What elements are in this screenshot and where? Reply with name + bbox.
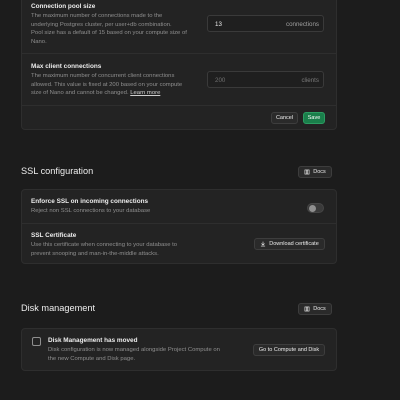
enforce-ssl-title: Enforce SSL on incoming connections (31, 198, 149, 205)
divider (22, 223, 336, 224)
cancel-button[interactable]: Cancel (271, 112, 298, 124)
max-clients-row: Max client connections The maximum numbe… (31, 62, 211, 98)
book-icon (304, 306, 310, 312)
download-certificate-button[interactable]: Download certificate (254, 238, 325, 250)
pool-size-unit: connections (285, 21, 319, 28)
ssl-card: Enforce SSL on incoming connections Reje… (21, 189, 337, 264)
disk-docs-button[interactable]: Docs (298, 303, 332, 315)
max-clients-title: Max client connections (31, 63, 102, 70)
pool-size-row: Connection pool size The maximum number … (31, 2, 206, 46)
max-clients-unit: clients (301, 77, 319, 84)
download-icon (261, 241, 266, 247)
toggle-knob (309, 205, 316, 212)
ssl-certificate-row: SSL Certificate Use this certificate whe… (31, 231, 231, 258)
ssl-certificate-title: SSL Certificate (31, 232, 77, 239)
save-button[interactable]: Save (303, 112, 325, 124)
max-clients-value: 200 (215, 77, 226, 84)
divider (22, 105, 336, 106)
pool-size-value: 13 (215, 21, 222, 28)
info-icon (32, 337, 41, 346)
disk-notice: Disk Management has moved Disk configura… (48, 336, 258, 363)
enforce-ssl-row: Enforce SSL on incoming connections Reje… (31, 197, 327, 216)
learn-more-link[interactable]: Learn more (130, 90, 160, 96)
ssl-section-title: SSL configuration (21, 166, 94, 176)
enforce-ssl-toggle[interactable] (307, 203, 324, 213)
enforce-ssl-description: Reject non SSL connections to your datab… (31, 208, 151, 214)
disk-notice-card: Disk Management has moved Disk configura… (21, 328, 337, 371)
disk-section-title: Disk management (21, 303, 96, 313)
book-icon (304, 169, 310, 175)
connection-pooling-card: Connection pool size The maximum number … (21, 0, 337, 130)
divider (22, 53, 336, 54)
disk-notice-title: Disk Management has moved (48, 337, 138, 344)
ssl-docs-button[interactable]: Docs (298, 166, 332, 178)
disk-notice-description: Disk configuration is now managed alongs… (48, 347, 220, 362)
pool-size-title: Connection pool size (31, 3, 96, 10)
ssl-certificate-description: Use this certificate when connecting to … (31, 242, 178, 257)
max-clients-input: 200 clients (207, 71, 324, 88)
go-to-compute-and-disk-button[interactable]: Go to Compute and Disk (253, 344, 325, 356)
max-clients-description: The maximum number of concurrent client … (31, 73, 183, 97)
pool-size-description: The maximum number of connections made t… (31, 13, 187, 45)
pool-size-input[interactable]: 13 connections (207, 15, 324, 32)
